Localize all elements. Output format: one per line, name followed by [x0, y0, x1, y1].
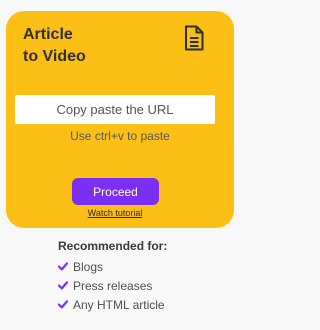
check-icon [58, 262, 68, 271]
page: Article to Video Use ctrl+v to paste Pro… [0, 0, 243, 330]
card-title-line-2: to Video [23, 48, 86, 65]
recommended-item-label: Press releases [73, 278, 153, 293]
recommended-section: Recommended for: Blogs Press releases An… [58, 237, 167, 314]
list-item: Press releases [58, 276, 167, 295]
list-item: Any HTML article [58, 295, 167, 314]
watch-tutorial-link[interactable]: Watch tutorial [6, 208, 224, 218]
recommended-title: Recommended for: [58, 239, 168, 253]
list-item: Blogs [58, 257, 167, 276]
card-title: Article to Video [23, 24, 86, 68]
proceed-button[interactable]: Proceed [72, 178, 159, 205]
document-icon [185, 25, 204, 51]
card-title-line-1: Article [23, 26, 73, 43]
url-input[interactable] [15, 95, 215, 124]
check-icon [58, 300, 68, 309]
recommended-item-label: Blogs [73, 259, 104, 274]
check-icon [58, 281, 68, 290]
recommended-item-label: Any HTML article [73, 297, 165, 312]
recommended-list: Blogs Press releases Any HTML article [58, 257, 167, 314]
article-to-video-card: Article to Video Use ctrl+v to paste Pro… [6, 11, 234, 228]
paste-hint: Use ctrl+v to paste [70, 129, 170, 143]
